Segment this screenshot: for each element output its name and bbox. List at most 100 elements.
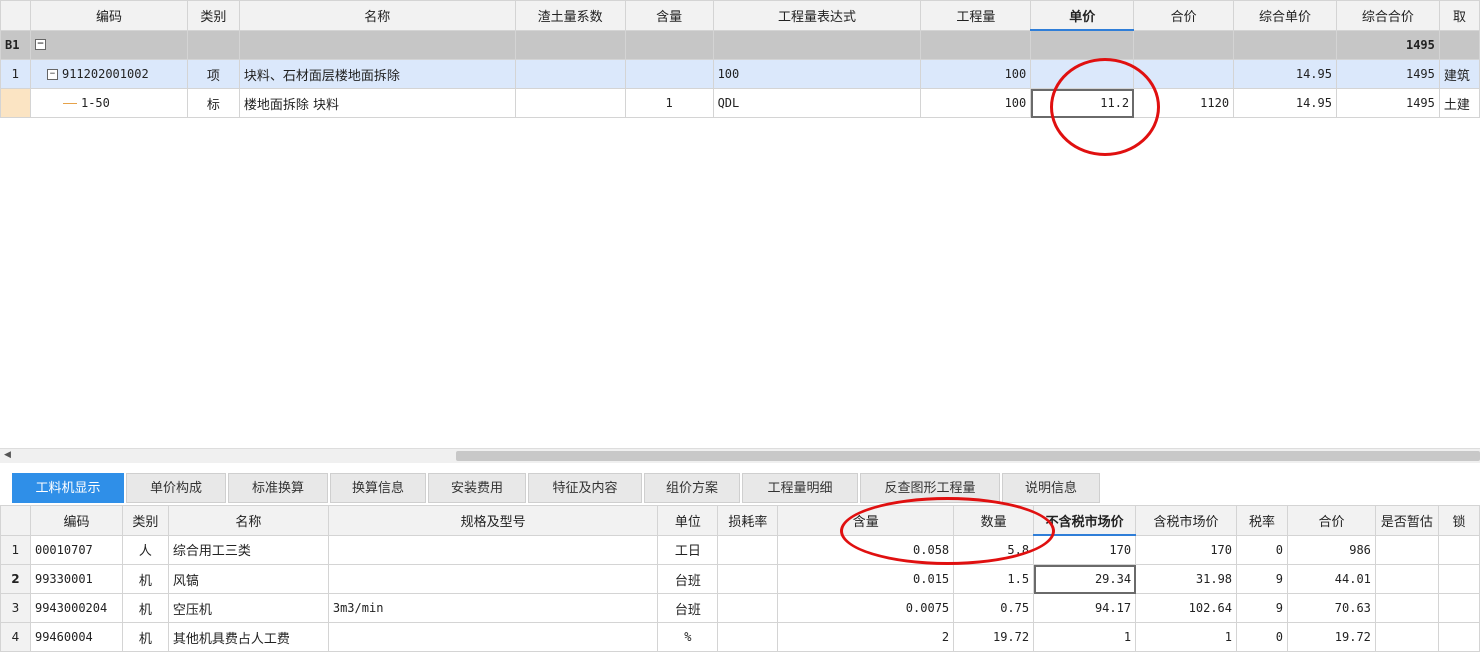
type-cell[interactable]: 标 (186, 88, 240, 118)
lock-cell[interactable] (1437, 534, 1480, 565)
col-header-code[interactable]: 编码 (29, 505, 123, 536)
type-cell[interactable]: 机 (121, 593, 169, 623)
tab-installation-fee[interactable]: 安装费用 (428, 473, 526, 503)
price-excl-tax-cell[interactable]: 29.34 (1033, 564, 1137, 594)
tab-description[interactable]: 说明信息 (1002, 473, 1100, 503)
table-row[interactable]: 4 99460004 机 其他机具费占人工费 % 2 19.72 1 1 0 1… (0, 622, 1480, 652)
loss-cell[interactable] (717, 534, 779, 565)
provisional-cell[interactable] (1374, 622, 1439, 652)
table-row[interactable]: 1 00010707 人 综合用工三类 工日 0.058 5.8 170 170… (0, 534, 1480, 565)
price-excl-tax-cell[interactable]: 94.17 (1033, 593, 1137, 623)
col-header-expression[interactable]: 工程量表达式 (712, 0, 922, 31)
col-header-name[interactable]: 名称 (167, 505, 329, 536)
code-cell[interactable]: 00010707 (29, 534, 123, 565)
unit-cell[interactable]: 工日 (657, 534, 719, 565)
col-header-soil-coef[interactable]: 渣土量系数 (514, 0, 626, 31)
col-header-provisional[interactable]: 是否暂估 (1374, 505, 1439, 536)
tax-rate-cell[interactable]: 0 (1236, 622, 1288, 652)
lock-cell[interactable] (1437, 622, 1480, 652)
quantity-cell[interactable]: 100 (920, 88, 1032, 118)
col-header-market-price-incl-tax[interactable]: 含税市场价 (1135, 505, 1238, 536)
col-header-name[interactable]: 名称 (238, 0, 516, 31)
composite-total-cell[interactable]: 1495 (1335, 59, 1440, 89)
code-cell[interactable]: 1-50 (29, 88, 188, 118)
col-header-content[interactable]: 含量 (777, 505, 955, 536)
table-row[interactable]: 1-50 标 楼地面拆除 块料 1 QDL 100 11.2 1120 14.9… (0, 88, 1480, 118)
table-row[interactable]: 3 9943000204 机 空压机 3m3/min 台班 0.0075 0.7… (0, 593, 1480, 623)
composite-price-cell[interactable]: 14.95 (1233, 88, 1337, 118)
code-cell[interactable]: 99330001 (29, 564, 123, 594)
col-header-unit-price[interactable]: 单价 (1030, 0, 1135, 31)
code-cell[interactable]: 99460004 (29, 622, 123, 652)
spec-cell[interactable]: 3m3/min (327, 593, 659, 623)
code-cell[interactable]: −911202001002 (29, 59, 188, 89)
price-incl-tax-cell[interactable]: 31.98 (1135, 564, 1238, 594)
tax-rate-cell[interactable]: 9 (1236, 564, 1288, 594)
expression-cell[interactable]: QDL (712, 88, 922, 118)
spec-cell[interactable] (327, 622, 659, 652)
code-cell[interactable]: 9943000204 (29, 593, 123, 623)
col-header-loss-rate[interactable]: 损耗率 (717, 505, 779, 536)
col-header-content[interactable]: 含量 (624, 0, 714, 31)
loss-cell[interactable] (717, 593, 779, 623)
type-cell[interactable]: 项 (186, 59, 240, 89)
content-cell[interactable]: 0.058 (777, 534, 955, 565)
table-row[interactable]: 2 99330001 机 风镐 台班 0.015 1.5 29.34 31.98… (0, 564, 1480, 594)
col-header-spec[interactable]: 规格及型号 (327, 505, 659, 536)
col-header-type[interactable]: 类别 (121, 505, 169, 536)
extra-cell[interactable]: 土建 (1438, 88, 1480, 118)
scroll-left-icon[interactable]: ◀ (4, 450, 11, 460)
tab-conversion-info[interactable]: 换算信息 (330, 473, 426, 503)
coef-cell[interactable] (514, 88, 626, 118)
col-header-sum[interactable]: 合价 (1286, 505, 1376, 536)
tab-pricing-scheme[interactable]: 组价方案 (644, 473, 740, 503)
spec-cell[interactable] (327, 534, 659, 565)
price-incl-tax-cell[interactable]: 170 (1135, 534, 1238, 565)
col-header-quantity[interactable]: 工程量 (920, 0, 1032, 31)
unit-cell[interactable]: 台班 (657, 593, 719, 623)
content-cell[interactable]: 1 (624, 88, 714, 118)
provisional-cell[interactable] (1374, 534, 1439, 565)
group-row[interactable]: B1 − 1495 (0, 29, 1480, 60)
col-header-extra[interactable]: 取 (1438, 0, 1480, 31)
price-excl-tax-cell[interactable]: 170 (1033, 534, 1137, 565)
type-cell[interactable]: 机 (121, 622, 169, 652)
col-header-unit[interactable]: 单位 (657, 505, 719, 536)
price-incl-tax-cell[interactable]: 102.64 (1135, 593, 1238, 623)
scrollbar-thumb[interactable] (456, 451, 1480, 461)
tab-quantity-detail[interactable]: 工程量明细 (742, 473, 858, 503)
unit-cell[interactable]: % (657, 622, 719, 652)
coef-cell[interactable] (514, 59, 626, 89)
sum-cell[interactable]: 1120 (1133, 88, 1235, 118)
extra-cell[interactable]: 建筑 (1438, 59, 1480, 89)
sum-cell[interactable]: 19.72 (1286, 622, 1376, 652)
quantity-cell[interactable]: 0.75 (953, 593, 1035, 623)
col-header-composite-price[interactable]: 综合单价 (1233, 0, 1337, 31)
name-cell[interactable]: 其他机具费占人工费 (167, 622, 329, 652)
col-header-code[interactable]: 编码 (29, 0, 188, 31)
tab-features-content[interactable]: 特征及内容 (528, 473, 642, 503)
provisional-cell[interactable] (1374, 593, 1439, 623)
sum-cell[interactable]: 986 (1286, 534, 1376, 565)
composite-total-cell[interactable]: 1495 (1335, 88, 1440, 118)
loss-cell[interactable] (717, 564, 779, 594)
sum-cell[interactable] (1133, 59, 1235, 89)
content-cell[interactable]: 0.015 (777, 564, 955, 594)
content-cell[interactable] (624, 59, 714, 89)
collapse-icon[interactable]: − (46, 69, 58, 80)
col-header-tax-rate[interactable]: 税率 (1236, 505, 1288, 536)
col-header-sum[interactable]: 合价 (1133, 0, 1235, 31)
type-cell[interactable]: 人 (121, 534, 169, 565)
lock-cell[interactable] (1437, 564, 1480, 594)
sum-cell[interactable]: 70.63 (1286, 593, 1376, 623)
name-cell[interactable]: 综合用工三类 (167, 534, 329, 565)
price-excl-tax-cell[interactable]: 1 (1033, 622, 1137, 652)
col-header-lock[interactable]: 锁 (1437, 505, 1480, 536)
col-header-quantity[interactable]: 数量 (953, 505, 1035, 536)
quantity-cell[interactable]: 5.8 (953, 534, 1035, 565)
name-cell[interactable]: 楼地面拆除 块料 (238, 88, 516, 118)
collapse-icon[interactable]: − (34, 39, 46, 51)
name-cell[interactable]: 块料、石材面层楼地面拆除 (238, 59, 516, 89)
composite-price-cell[interactable]: 14.95 (1233, 59, 1337, 89)
col-header-market-price-excl-tax[interactable]: 不含税市场价 (1033, 505, 1137, 536)
